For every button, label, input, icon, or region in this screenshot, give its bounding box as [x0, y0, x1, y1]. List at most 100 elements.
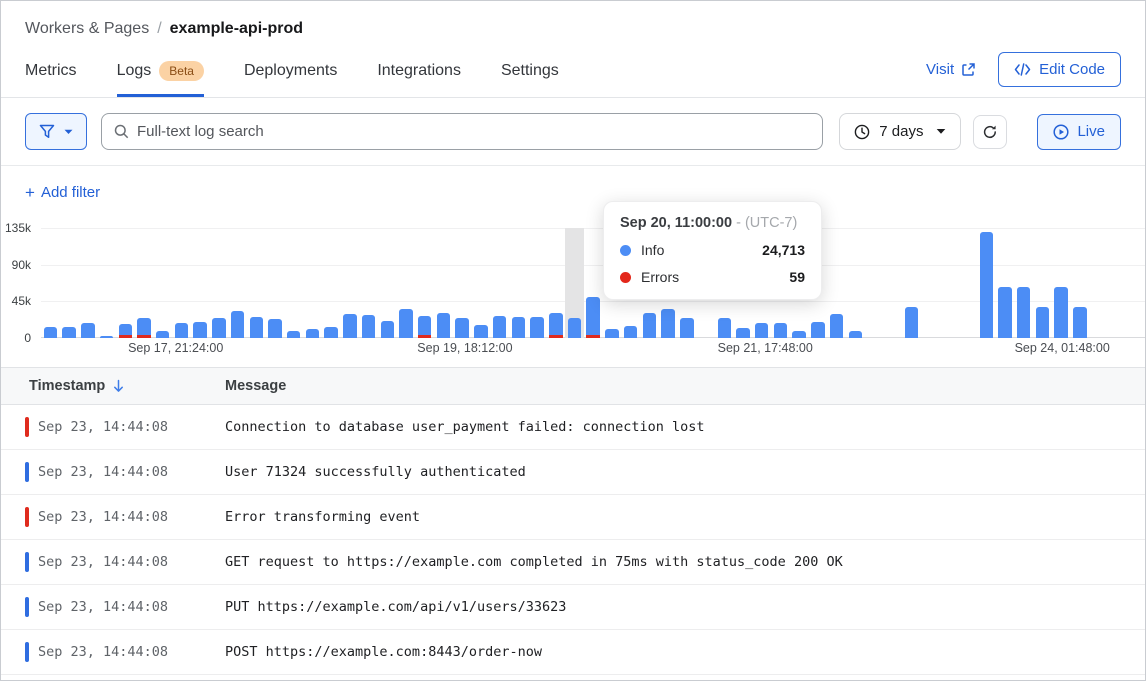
bar-slot[interactable] [434, 228, 453, 338]
bar-slot[interactable] [322, 228, 341, 338]
chart-bar[interactable] [399, 309, 412, 338]
chart-bar[interactable] [680, 318, 693, 338]
log-table-row[interactable]: Sep 23, 14:44:08PUT https://example.com/… [1, 585, 1145, 630]
chart-bar[interactable] [1073, 307, 1086, 338]
bar-slot[interactable] [1033, 228, 1052, 338]
bar-slot[interactable] [565, 228, 584, 338]
bar-slot[interactable] [865, 228, 884, 338]
chart-bar[interactable] [212, 318, 225, 338]
chart-bar[interactable] [998, 287, 1011, 338]
chart-bar[interactable] [250, 317, 263, 338]
bar-slot[interactable] [41, 228, 60, 338]
chart-bar[interactable] [193, 322, 206, 338]
log-table-row[interactable]: Sep 23, 14:44:08Connection to database u… [1, 405, 1145, 450]
chart-bar[interactable] [268, 319, 281, 338]
bar-slot[interactable] [135, 228, 154, 338]
chart-bar[interactable] [549, 313, 562, 338]
bar-slot[interactable] [509, 228, 528, 338]
bar-slot[interactable] [284, 228, 303, 338]
bar-slot[interactable] [453, 228, 472, 338]
bar-slot[interactable] [1071, 228, 1090, 338]
chart-bar[interactable] [661, 309, 674, 338]
bar-slot[interactable] [415, 228, 434, 338]
bar-slot[interactable] [209, 228, 228, 338]
bar-slot[interactable] [397, 228, 416, 338]
breadcrumb-workers-pages[interactable]: Workers & Pages [25, 20, 149, 38]
chart-bar[interactable] [792, 331, 805, 338]
log-table-row[interactable]: Sep 23, 14:44:08POST https://example.com… [1, 630, 1145, 675]
bar-slot[interactable] [78, 228, 97, 338]
chart-bar[interactable] [362, 315, 375, 338]
chart-bar[interactable] [624, 326, 637, 338]
chart-bar[interactable] [119, 324, 132, 338]
chart-bar[interactable] [100, 336, 113, 338]
chart-bar[interactable] [736, 328, 749, 338]
chart-bar[interactable] [774, 323, 787, 338]
log-table-row[interactable]: Sep 23, 14:44:08User 71324 successfully … [1, 450, 1145, 495]
bar-slot[interactable] [528, 228, 547, 338]
chart-bar[interactable] [287, 331, 300, 338]
tab-deployments[interactable]: Deployments [244, 61, 337, 97]
add-filter-button[interactable]: + Add filter [25, 184, 100, 201]
bar-slot[interactable] [977, 228, 996, 338]
bar-slot[interactable] [172, 228, 191, 338]
visit-link[interactable]: Visit [926, 61, 976, 78]
bar-slot[interactable] [940, 228, 959, 338]
bar-slot[interactable] [116, 228, 135, 338]
chart-bar[interactable] [81, 323, 94, 338]
time-range-dropdown[interactable]: 7 days [839, 113, 961, 150]
bar-slot[interactable] [1108, 228, 1127, 338]
chart-bar[interactable] [437, 313, 450, 338]
bar-slot[interactable] [97, 228, 116, 338]
search-input[interactable] [137, 123, 810, 140]
bar-slot[interactable] [584, 228, 603, 338]
bar-slot[interactable] [359, 228, 378, 338]
chart-bar[interactable] [343, 314, 356, 338]
bar-slot[interactable] [1127, 228, 1146, 338]
bar-slot[interactable] [490, 228, 509, 338]
bar-slot[interactable] [266, 228, 285, 338]
chart-bar[interactable] [530, 317, 543, 338]
tab-integrations[interactable]: Integrations [377, 61, 461, 97]
chart-bar[interactable] [156, 331, 169, 338]
chart-bar[interactable] [324, 327, 337, 338]
refresh-button[interactable] [973, 115, 1007, 149]
live-button[interactable]: Live [1037, 114, 1121, 150]
column-timestamp[interactable]: Timestamp [29, 378, 105, 394]
chart-bar[interactable] [755, 323, 768, 338]
chart-bar[interactable] [512, 317, 525, 338]
bar-slot[interactable] [191, 228, 210, 338]
bar-slot[interactable] [1089, 228, 1108, 338]
bar-slot[interactable] [902, 228, 921, 338]
chart-bar[interactable] [44, 327, 57, 338]
bar-slot[interactable] [247, 228, 266, 338]
tab-metrics[interactable]: Metrics [25, 61, 77, 97]
bar-slot[interactable] [341, 228, 360, 338]
bar-slot[interactable] [546, 228, 565, 338]
filter-dropdown-button[interactable] [25, 113, 87, 150]
chart-bar[interactable] [568, 318, 581, 338]
chart-bar[interactable] [493, 316, 506, 338]
chart-bar[interactable] [306, 329, 319, 338]
chart-bar[interactable] [718, 318, 731, 338]
chart-bar[interactable] [1054, 287, 1067, 338]
log-table-row[interactable]: Sep 23, 14:44:08Error transforming event [1, 495, 1145, 540]
chart-bar[interactable] [1017, 287, 1030, 338]
chart-bar[interactable] [231, 311, 244, 338]
chart-bar[interactable] [455, 318, 468, 338]
bar-slot[interactable] [60, 228, 79, 338]
bar-slot[interactable] [303, 228, 322, 338]
chart-bar[interactable] [62, 327, 75, 338]
bar-slot[interactable] [1014, 228, 1033, 338]
bar-slot[interactable] [921, 228, 940, 338]
bar-slot[interactable] [958, 228, 977, 338]
bar-slot[interactable] [1052, 228, 1071, 338]
chart-bar[interactable] [586, 297, 599, 338]
edit-code-button[interactable]: Edit Code [998, 52, 1121, 87]
chart-bar[interactable] [905, 307, 918, 338]
bar-slot[interactable] [228, 228, 247, 338]
chart-bar[interactable] [1036, 307, 1049, 338]
chart-bar[interactable] [849, 331, 862, 338]
chart-bar[interactable] [381, 321, 394, 338]
chart-bar[interactable] [175, 323, 188, 338]
